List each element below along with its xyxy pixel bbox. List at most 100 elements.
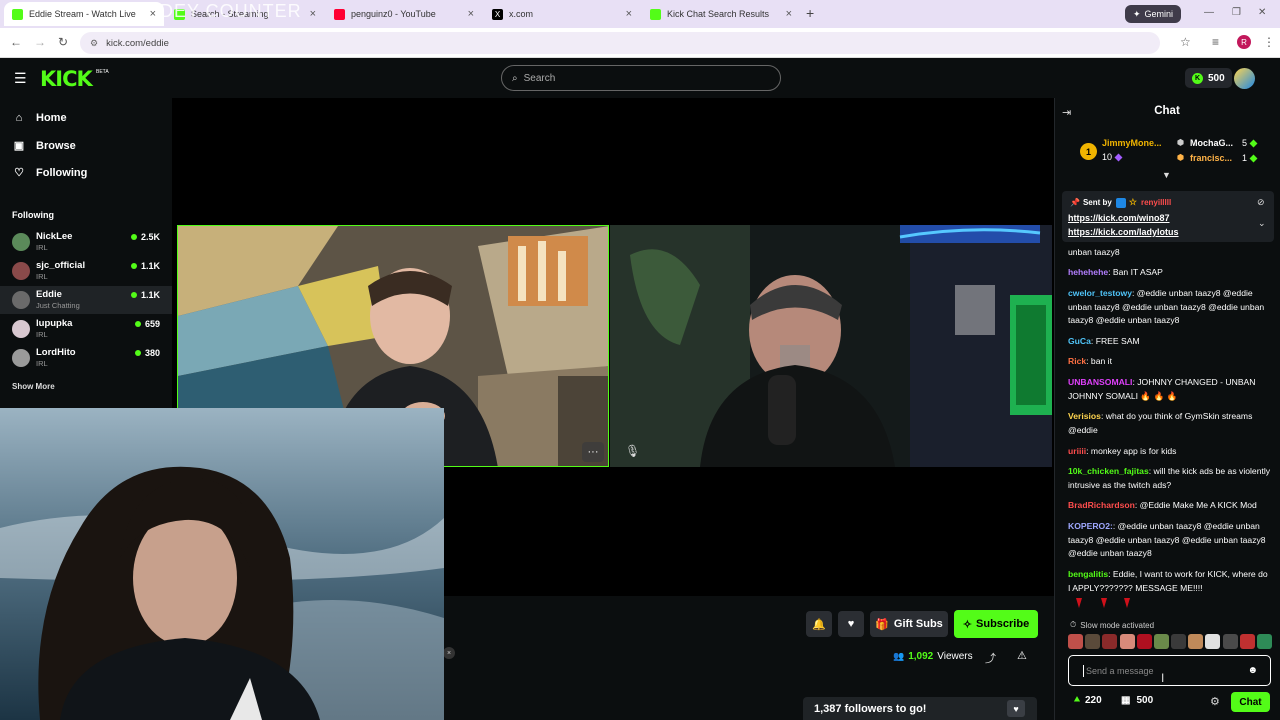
new-tab-button[interactable]: + — [806, 5, 814, 21]
follower-goal-bar: 1,387 followers to go! ♥ — [803, 697, 1037, 720]
forward-arrow-icon[interactable]: → — [34, 35, 46, 49]
chat-settings-gear-icon[interactable]: ⚙ — [1210, 695, 1220, 708]
emote-icon[interactable] — [1153, 634, 1169, 649]
reload-icon[interactable]: ↻ — [58, 35, 68, 49]
maximize-icon[interactable]: ❐ — [1232, 7, 1241, 18]
star-badge-icon: ☆ — [1128, 197, 1137, 207]
channel-avatar — [12, 349, 30, 367]
report-warning-icon[interactable]: ⚠ — [1017, 649, 1027, 662]
reading-list-icon[interactable]: ≡ — [1212, 35, 1219, 49]
hamburger-menu-icon[interactable]: ☰ — [14, 70, 27, 87]
channel-points[interactable]: ⯅ 220 — [1073, 695, 1102, 706]
emote-icon[interactable] — [1119, 634, 1135, 649]
chat-message-input[interactable]: Send a message ☻ — [1068, 655, 1271, 686]
send-chat-button[interactable]: Chat — [1231, 692, 1270, 712]
followed-channel-sjc-official[interactable]: sjc_official IRL 1.1K — [0, 257, 172, 285]
sidebar-item-home[interactable]: ⌂ Home — [12, 112, 67, 124]
emote-icon[interactable] — [1171, 634, 1187, 649]
followed-channel-lupupka[interactable]: lupupka IRL 659 — [0, 315, 172, 343]
close-tab-icon[interactable]: × — [786, 8, 792, 20]
sidebar-item-browse[interactable]: ▣ Browse — [12, 139, 76, 153]
chat-message: KOPERO2:: @eddie unban taazy8 @eddie unb… — [1068, 521, 1266, 559]
kick-coin-icon: K — [1192, 72, 1203, 84]
leaderboard-user[interactable]: francisc... — [1190, 153, 1232, 163]
live-dot-icon — [134, 321, 141, 327]
text-caret — [1083, 664, 1084, 677]
share-icon[interactable]: ⤴ — [985, 650, 996, 666]
emote-icon[interactable] — [1068, 634, 1083, 649]
feed-options-button[interactable]: ··· — [582, 442, 604, 462]
emoji-picker-icon[interactable]: ☻ — [1247, 665, 1258, 676]
subscribe-button[interactable]: ✧ Subscribe — [954, 610, 1038, 638]
gift-subs-button[interactable]: 🎁 Gift Subs — [870, 611, 948, 637]
emote-icon[interactable] — [1239, 634, 1255, 649]
rank-badge: 1 — [1080, 143, 1097, 160]
live-dot-icon — [130, 234, 137, 240]
chevron-down-icon[interactable]: ⌄ — [1258, 218, 1266, 229]
follow-button[interactable]: ♥ — [838, 611, 864, 637]
gemini-button[interactable]: ✦ Gemini — [1125, 5, 1182, 23]
emote-icon[interactable] — [1222, 634, 1238, 649]
search-input[interactable]: ⌕ Search — [501, 65, 781, 91]
close-tab-icon[interactable]: × — [626, 8, 632, 20]
chat-message: unban taazy8 — [1068, 247, 1120, 257]
pinned-link[interactable]: https://kick.com/ladylotus — [1068, 227, 1179, 237]
emote-icon[interactable] — [1188, 634, 1204, 649]
tab-kick-eddie[interactable]: Eddie Stream - Watch Live × — [4, 2, 164, 26]
emote-icon[interactable] — [1085, 634, 1101, 649]
url-field[interactable]: ⚙ kick.com/eddie — [80, 32, 1160, 54]
close-window-icon[interactable]: ✕ — [1258, 7, 1266, 18]
shield-icon: ⬢ — [1177, 153, 1184, 162]
heart-icon[interactable]: ♥ — [1007, 700, 1025, 717]
kick-logo[interactable]: KICK — [40, 67, 93, 91]
browser-profile-avatar[interactable]: R — [1237, 35, 1251, 49]
close-tab-icon[interactable]: × — [150, 8, 156, 20]
video-feed-right — [610, 225, 1052, 467]
muted-mic-icon[interactable]: 🎙 — [625, 444, 640, 458]
kicks-balance[interactable]: ▦ 500 — [1121, 695, 1153, 706]
user-avatar[interactable] — [1234, 68, 1255, 89]
emote-icon[interactable] — [1136, 634, 1152, 649]
sidebar-item-following[interactable]: ♡ Following — [12, 166, 87, 180]
notifications-button[interactable]: 🔔 — [806, 611, 832, 637]
pinned-link[interactable]: https://kick.com/wino87 — [1068, 213, 1170, 223]
close-tab-icon[interactable]: × — [468, 8, 474, 20]
following-section-title: Following — [12, 210, 54, 220]
followed-channel-nicklee[interactable]: NickLee IRL 2.5K — [0, 228, 172, 256]
emote-icon[interactable] — [1256, 634, 1272, 649]
chat-message: BradRichardson: @Eddie Make Me A KICK Mo… — [1068, 500, 1257, 510]
points-icon: ⯅ — [1073, 695, 1081, 706]
emote-icon[interactable] — [1102, 634, 1118, 649]
text-cursor-icon: I — [1161, 671, 1165, 685]
browser-tab-bar: Eddie Stream - Watch Live × Search - Str… — [0, 0, 1280, 28]
followed-channel-eddie[interactable]: Eddie Just Chatting 1.1K — [0, 286, 172, 314]
minimize-icon[interactable]: — — [1204, 7, 1214, 18]
emote-icon[interactable] — [1205, 634, 1221, 649]
video-frame-right — [610, 225, 1052, 467]
leaderboard-user[interactable]: JimmyMone... — [1102, 138, 1162, 148]
emote-row — [1076, 598, 1130, 608]
back-arrow-icon[interactable]: ← — [10, 35, 22, 49]
tab-youtube[interactable]: penguinz0 - YouTube × — [326, 2, 482, 26]
channel-avatar — [12, 233, 30, 251]
close-icon[interactable]: × — [443, 647, 455, 659]
kick-points-button[interactable]: K 500 — [1185, 68, 1232, 88]
hide-pinned-icon[interactable]: ⊘ — [1257, 197, 1265, 208]
tab-x[interactable]: X x.com × — [484, 2, 640, 26]
expand-leaderboard-icon[interactable]: ▼ — [1162, 170, 1171, 180]
gift-icon: 🎁 — [875, 618, 889, 631]
tab-kick-chat-search[interactable]: Kick Chat Search Results × — [642, 2, 800, 26]
followed-channel-lordhito[interactable]: LordHito IRL 380 — [0, 344, 172, 372]
show-more-link[interactable]: Show More — [12, 382, 55, 391]
kicks-icon: ▦ — [1121, 695, 1131, 706]
bookmark-star-icon[interactable]: ☆ — [1180, 35, 1191, 49]
browser-menu-icon[interactable]: ⋮ — [1263, 35, 1275, 49]
heart-icon: ♥ — [847, 618, 855, 630]
address-bar-row: ← → ↻ ⚙ kick.com/eddie ☆ ≡ ⋮ — [0, 28, 1280, 58]
leaderboard-user[interactable]: MochaG... — [1190, 138, 1233, 148]
gem-icon — [1249, 139, 1258, 147]
chat-message: cwelor_testowy: @eddie unban taazy8 @edd… — [1068, 288, 1265, 326]
site-info-icon[interactable]: ⚙ — [90, 38, 98, 49]
chat-message: Verisios: what do you think of GymSkin s… — [1068, 411, 1253, 435]
close-tab-icon[interactable]: × — [310, 8, 316, 20]
